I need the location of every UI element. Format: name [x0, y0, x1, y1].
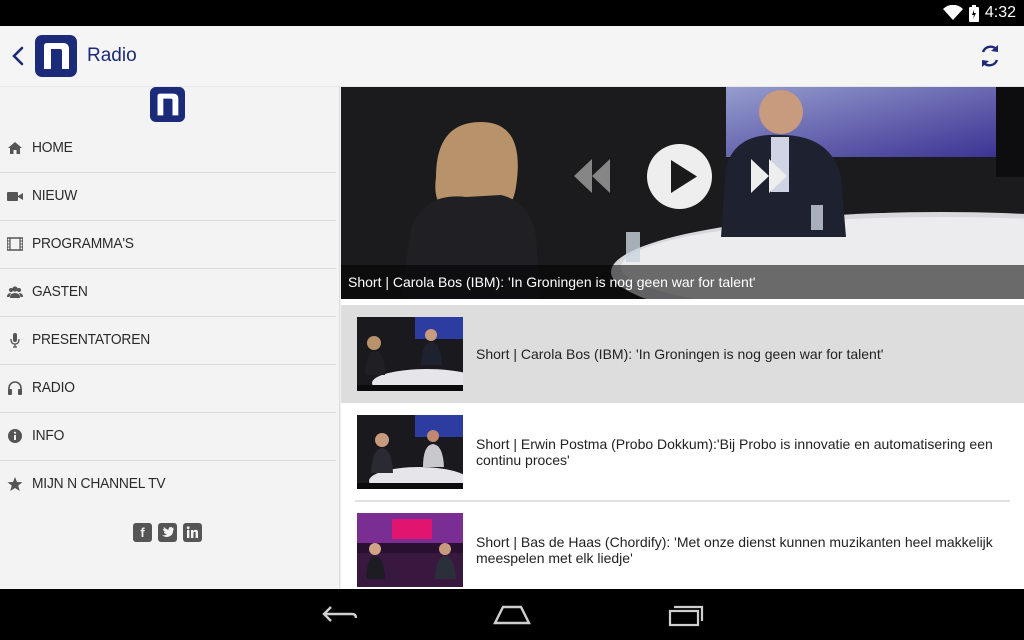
app-bar: Radio [0, 26, 1024, 87]
video-player[interactable]: Short | Carola Bos (IBM): 'In Groningen … [341, 87, 1024, 299]
sidebar-item-label: INFO [32, 427, 65, 444]
video-thumbnail [357, 317, 463, 391]
sidebar-item-info[interactable]: INFO [0, 413, 336, 461]
video-thumbnail [357, 513, 463, 587]
navigation-drawer: HOME NIEUW PROGRAMMA'S GASTEN PRESENTATO… [0, 87, 340, 589]
social-links: f [133, 523, 202, 542]
sidebar-logo [150, 87, 185, 122]
clock: 4:32 [984, 4, 1016, 21]
list-item[interactable]: Short | Carola Bos (IBM): 'In Groningen … [341, 305, 1024, 403]
home-button-icon[interactable] [492, 601, 532, 627]
video-title: Short | Carola Bos (IBM): 'In Groningen … [476, 346, 884, 362]
sidebar-item-label: HOME [32, 139, 73, 156]
rewind-icon[interactable] [574, 159, 610, 193]
play-icon[interactable] [647, 144, 712, 209]
video-camera-icon [7, 192, 23, 201]
sidebar-item-label: RADIO [32, 379, 75, 396]
battery-icon [968, 4, 979, 22]
sidebar-item-nieuw[interactable]: NIEUW [0, 173, 336, 221]
sidebar-item-home[interactable]: HOME [0, 125, 336, 173]
page-title: Radio [87, 45, 137, 66]
wifi-icon [942, 5, 963, 20]
back-icon[interactable] [320, 601, 358, 627]
nav-list: HOME NIEUW PROGRAMMA'S GASTEN PRESENTATO… [0, 125, 338, 509]
sidebar-item-presentatoren[interactable]: PRESENTATOREN [0, 317, 336, 365]
sidebar-item-radio[interactable]: RADIO [0, 365, 336, 413]
users-icon [7, 286, 23, 298]
back-arrow-icon[interactable] [8, 44, 28, 68]
sidebar-item-gasten[interactable]: GASTEN [0, 269, 336, 317]
sidebar-item-mijn-n-channel-tv[interactable]: MIJN N CHANNEL TV [0, 461, 336, 509]
video-list: Short | Carola Bos (IBM): 'In Groningen … [341, 305, 1024, 599]
twitter-icon[interactable] [158, 523, 177, 542]
video-thumbnail [357, 415, 463, 489]
sidebar-item-label: PROGRAMMA'S [32, 235, 134, 252]
recent-apps-icon[interactable] [666, 601, 706, 627]
star-icon [7, 477, 23, 491]
player-caption-bar: Short | Carola Bos (IBM): 'In Groningen … [341, 265, 1024, 299]
main-content: Short | Carola Bos (IBM): 'In Groningen … [341, 87, 1024, 589]
list-item[interactable]: Short | Erwin Postma (Probo Dokkum):'Bij… [341, 403, 1024, 501]
video-title: Short | Erwin Postma (Probo Dokkum):'Bij… [476, 436, 993, 468]
film-icon [7, 237, 23, 251]
microphone-icon [10, 333, 20, 348]
facebook-icon[interactable]: f [133, 523, 152, 542]
status-bar: 4:32 [0, 0, 1024, 26]
app-logo[interactable] [35, 35, 77, 77]
sidebar-item-label: NIEUW [32, 187, 78, 204]
fast-forward-icon[interactable] [751, 159, 787, 193]
linkedin-icon[interactable] [183, 523, 202, 542]
info-icon [8, 429, 22, 443]
video-title: Short | Bas de Haas (Chordify): 'Met onz… [476, 534, 993, 566]
system-navigation-bar [0, 589, 1024, 640]
player-caption: Short | Carola Bos (IBM): 'In Groningen … [348, 274, 756, 290]
list-item[interactable]: Short | Bas de Haas (Chordify): 'Met onz… [341, 501, 1024, 599]
sidebar-item-programmas[interactable]: PROGRAMMA'S [0, 221, 336, 269]
sidebar-item-label: PRESENTATOREN [32, 331, 151, 348]
sidebar-item-label: MIJN N CHANNEL TV [32, 475, 166, 492]
home-icon [8, 142, 22, 154]
sidebar-item-label: GASTEN [32, 283, 88, 300]
headphones-icon [8, 381, 22, 395]
refresh-icon[interactable] [978, 43, 1002, 69]
